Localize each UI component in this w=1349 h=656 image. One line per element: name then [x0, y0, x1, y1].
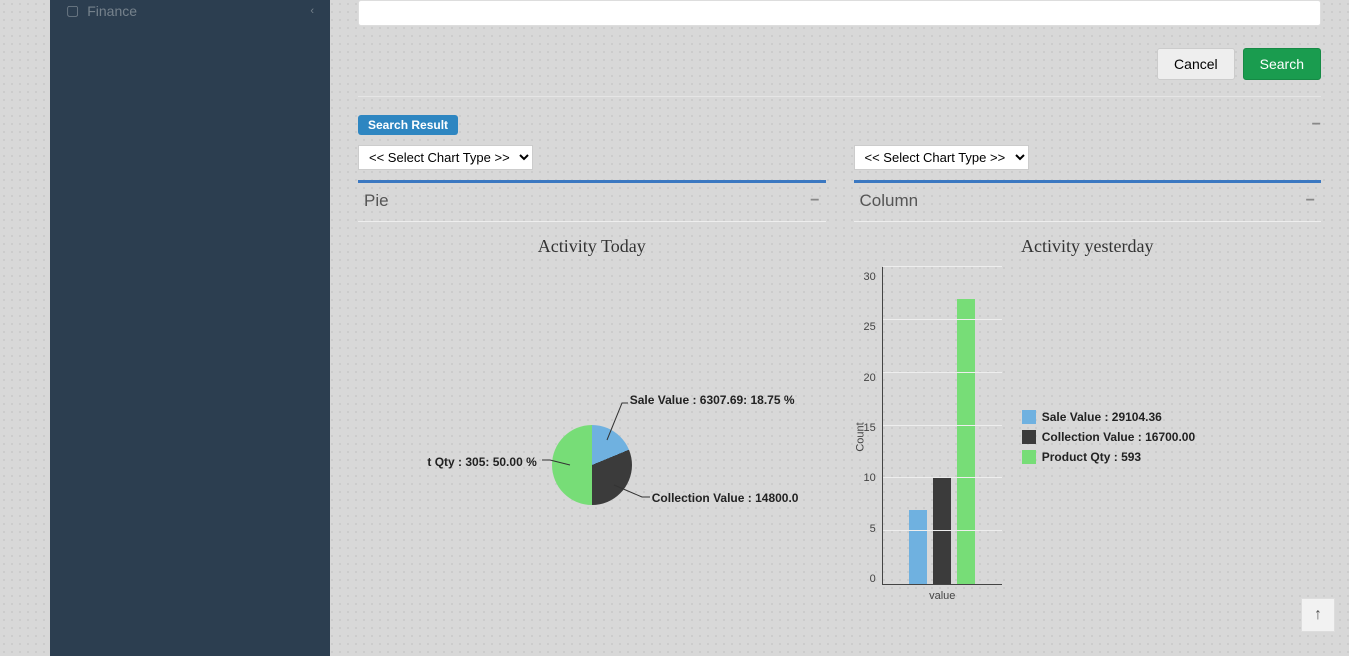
pie-label-qty: t Qty : 305: 50.00 % — [427, 455, 536, 469]
plot-area: value — [882, 267, 1002, 585]
column-chart-box: Column − Activity yesterday Count 30 25 20… — [854, 180, 1322, 607]
divider — [358, 96, 1321, 97]
filter-panel — [358, 0, 1321, 26]
legend-item: Product Qty : 593 — [1022, 450, 1321, 464]
column-chart-title: Activity yesterday — [854, 236, 1322, 257]
cancel-button[interactable]: Cancel — [1157, 48, 1235, 80]
y-axis-label: Count — [854, 422, 866, 451]
bar-sale-value — [909, 510, 927, 584]
legend-item: Collection Value : 16700.00 — [1022, 430, 1321, 444]
pie-chart — [552, 425, 632, 505]
collapse-icon[interactable]: − — [1306, 192, 1315, 210]
y-tick: 0 — [870, 573, 876, 585]
y-tick: 10 — [864, 472, 876, 484]
y-axis: Count 302520151050 — [864, 267, 882, 607]
legend-swatch — [1022, 450, 1036, 464]
collapse-icon[interactable]: − — [810, 192, 819, 210]
legend-item: Sale Value : 29104.36 — [1022, 410, 1321, 424]
y-tick: 25 — [864, 321, 876, 333]
action-row: Cancel Search — [358, 40, 1321, 84]
sidebar-item-label: Finance — [87, 3, 137, 19]
search-button[interactable]: Search — [1243, 48, 1321, 80]
chart-type-select-left[interactable]: << Select Chart Type >> — [358, 145, 533, 170]
legend-swatch — [1022, 430, 1036, 444]
pie-chart-title: Activity Today — [358, 236, 826, 257]
bar-collection-value — [933, 478, 951, 584]
pie-heading: Pie — [364, 191, 389, 211]
sidebar: ▢ Finance ‹ — [50, 0, 330, 656]
folder-icon: ▢ — [66, 2, 79, 19]
legend-label: Collection Value : 16700.00 — [1042, 430, 1195, 444]
column-heading: Column — [860, 191, 919, 211]
pie-label-collection: Collection Value : 14800.0 — [652, 491, 799, 505]
chevron-left-icon: ‹ — [310, 5, 314, 17]
result-header: Search Result − — [358, 115, 1321, 135]
pie-chart-box: Pie − Activity Today Sale Value : 6307.6… — [358, 180, 826, 627]
search-result-badge: Search Result — [358, 115, 458, 135]
legend-label: Product Qty : 593 — [1042, 450, 1141, 464]
legend-swatch — [1022, 410, 1036, 424]
legend-label: Sale Value : 29104.36 — [1042, 410, 1162, 424]
pie-label-sale: Sale Value : 6307.69: 18.75 % — [630, 393, 795, 407]
bars — [889, 267, 996, 584]
bar-product-qty — [957, 299, 975, 584]
y-tick: 5 — [870, 523, 876, 535]
column-chart-area: Count 302520151050 value Sale Value : 29… — [854, 267, 1322, 607]
right-chart-column: << Select Chart Type >> Column − Activit… — [854, 145, 1322, 627]
x-axis-label: value — [883, 590, 1002, 602]
sidebar-item-finance[interactable]: ▢ Finance ‹ — [50, 0, 330, 27]
left-chart-column: << Select Chart Type >> Pie − Activity T… — [358, 145, 826, 627]
y-tick: 20 — [864, 372, 876, 384]
legend: Sale Value : 29104.36 Collection Value : … — [1002, 267, 1321, 607]
chart-type-select-right[interactable]: << Select Chart Type >> — [854, 145, 1029, 170]
collapse-icon[interactable]: − — [1312, 116, 1321, 134]
main-content: Cancel Search Search Result − << Select … — [330, 0, 1349, 656]
scroll-top-button[interactable]: ↑ — [1301, 598, 1335, 632]
y-tick: 30 — [864, 271, 876, 283]
pie-chart-area: Sale Value : 6307.69: 18.75 % Collection… — [358, 267, 826, 627]
